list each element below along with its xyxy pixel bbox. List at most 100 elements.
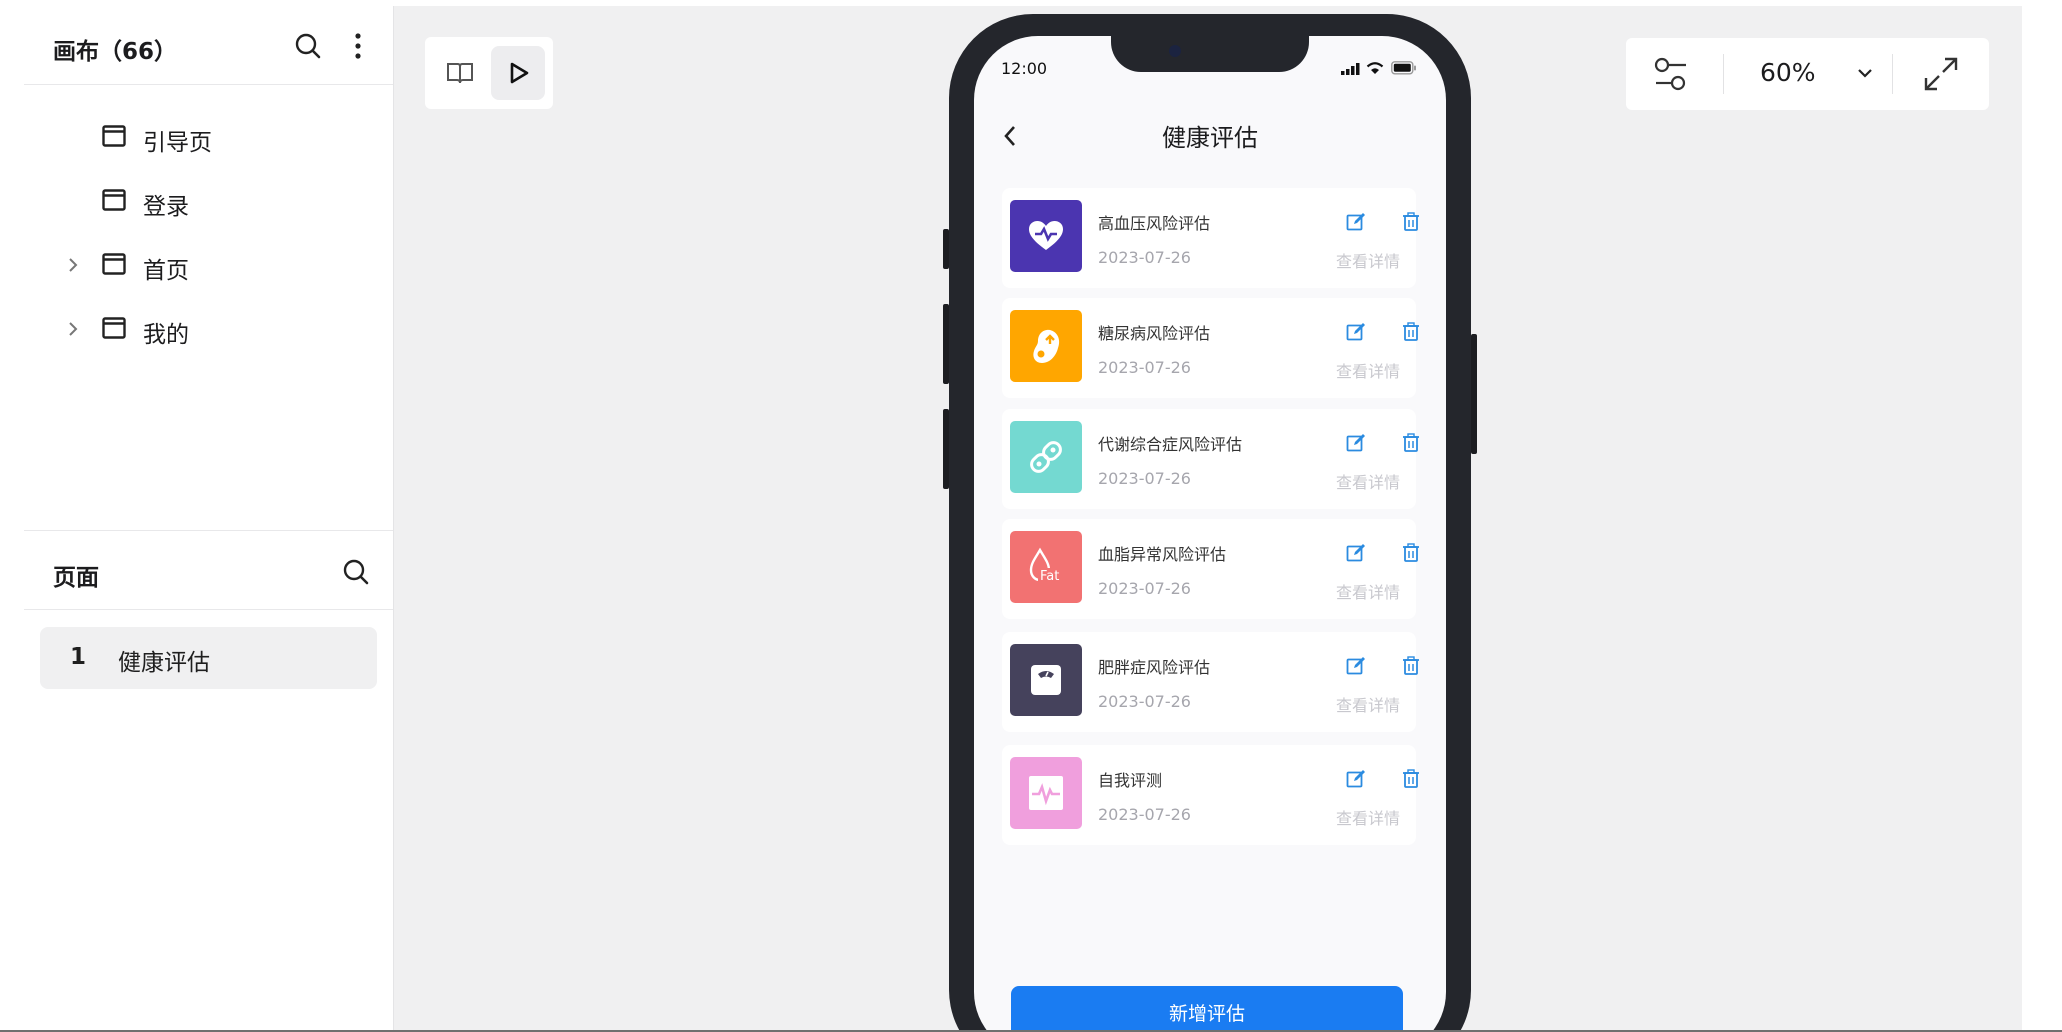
view-details-link[interactable]: 查看详情 <box>1336 469 1400 493</box>
canvas-title: 画布（66） <box>53 39 178 65</box>
edit-icon[interactable] <box>1346 769 1366 789</box>
play-button[interactable] <box>491 46 545 100</box>
view-details-link[interactable]: 查看详情 <box>1336 358 1400 382</box>
phone-side-button <box>943 304 949 384</box>
delete-icon[interactable] <box>1402 656 1420 676</box>
card-icon-tile <box>1010 200 1082 272</box>
phone-mockup: 12:00 健康评估 高血压风险评估 2023-07-26 查看详情 糖尿病风险… <box>943 14 1477 1032</box>
phone-side-button <box>1471 334 1477 454</box>
delete-icon[interactable] <box>1402 212 1420 232</box>
card-date: 2023-07-26 <box>1098 805 1191 824</box>
page-frame-icon <box>102 253 126 275</box>
assessment-card-hypertension[interactable]: 高血压风险评估 2023-07-26 查看详情 <box>1002 188 1419 288</box>
more-vertical-icon[interactable] <box>353 32 363 62</box>
edit-icon[interactable] <box>1346 322 1366 342</box>
tree-item-label: 引导页 <box>143 130 212 156</box>
card-icon-tile: Fat <box>1010 531 1082 603</box>
assessment-card-self-test[interactable]: 自我评测 2023-07-26 查看详情 <box>1002 745 1419 845</box>
docs-button[interactable] <box>433 46 487 100</box>
canvas-panel-header: 画布（66） <box>24 6 393 85</box>
page-number: 1 <box>70 644 87 670</box>
phone-screen: 12:00 健康评估 高血压风险评估 2023-07-26 查看详情 糖尿病风险… <box>974 36 1446 1032</box>
chevron-right-icon[interactable] <box>66 319 80 339</box>
view-toolbar: 60% <box>1626 38 1989 110</box>
card-title: 血脂异常风险评估 <box>1098 545 1227 564</box>
card-icon-tile <box>1010 644 1082 716</box>
card-date: 2023-07-26 <box>1098 579 1191 598</box>
tree-item-label: 我的 <box>143 322 189 348</box>
page-frame-icon <box>102 125 126 147</box>
zoom-level[interactable]: 60% <box>1760 58 1816 87</box>
page-frame-icon <box>102 189 126 211</box>
status-time: 12:00 <box>1001 59 1048 78</box>
tree-item-home[interactable]: 首页 <box>24 238 393 294</box>
fat-glyph: Fat <box>1040 569 1059 584</box>
view-details-link[interactable]: 查看详情 <box>1336 692 1400 716</box>
app-frame: 画布（66） 引导页 登录 首页 我的 页面 1 健康评估 60% 12:00 … <box>24 6 2022 1032</box>
tree-item-login[interactable]: 登录 <box>24 174 393 230</box>
tree-item-guide[interactable]: 引导页 <box>24 110 393 166</box>
delete-icon[interactable] <box>1402 543 1420 563</box>
edit-icon[interactable] <box>1346 656 1366 676</box>
assessment-card-metabolic[interactable]: 代谢综合症风险评估 2023-07-26 查看详情 <box>1002 409 1419 509</box>
signal-icon <box>1341 63 1360 75</box>
search-icon[interactable] <box>294 32 322 60</box>
expand-icon[interactable] <box>1923 56 1959 92</box>
tree-item-label: 首页 <box>143 258 189 284</box>
card-title: 高血压风险评估 <box>1098 214 1211 233</box>
add-assessment-button[interactable]: 新增评估 <box>1011 986 1403 1032</box>
pages-title: 页面 <box>53 565 99 591</box>
wifi-icon <box>1366 62 1384 74</box>
link-chain-icon <box>1030 441 1062 473</box>
page-label: 健康评估 <box>118 650 210 676</box>
settings-sliders-icon[interactable] <box>1654 56 1688 92</box>
sidebar: 画布（66） 引导页 登录 首页 我的 页面 1 健康评估 <box>24 6 394 1032</box>
delete-icon[interactable] <box>1402 769 1420 789</box>
view-details-link[interactable]: 查看详情 <box>1336 579 1400 603</box>
page-item-health-assessment[interactable]: 1 健康评估 <box>40 627 377 689</box>
screen-title: 健康评估 <box>1162 124 1258 152</box>
page-frame-icon <box>102 317 126 339</box>
chevron-right-icon[interactable] <box>66 255 80 275</box>
card-title: 肥胖症风险评估 <box>1098 658 1211 677</box>
assessment-card-dyslipidemia[interactable]: Fat 血脂异常风险评估 2023-07-26 查看详情 <box>1002 519 1419 619</box>
card-icon-tile <box>1010 421 1082 493</box>
card-date: 2023-07-26 <box>1098 469 1191 488</box>
tree-item-mine[interactable]: 我的 <box>24 302 393 358</box>
delete-icon[interactable] <box>1402 322 1420 342</box>
delete-icon[interactable] <box>1402 433 1420 453</box>
book-icon <box>447 63 473 84</box>
toolbar-divider <box>1723 54 1724 94</box>
phone-side-button <box>943 229 949 269</box>
fat-drop-icon: Fat <box>1029 547 1064 584</box>
search-icon[interactable] <box>342 558 370 586</box>
chevron-down-icon[interactable] <box>1856 66 1874 80</box>
phone-side-button <box>943 409 949 489</box>
card-title: 代谢综合症风险评估 <box>1098 435 1243 454</box>
assessment-card-obesity[interactable]: 肥胖症风险评估 2023-07-26 查看详情 <box>1002 632 1419 732</box>
card-date: 2023-07-26 <box>1098 692 1191 711</box>
card-date: 2023-07-26 <box>1098 358 1191 377</box>
card-icon-tile <box>1010 310 1082 382</box>
edit-icon[interactable] <box>1346 543 1366 563</box>
toolbar-divider <box>1892 54 1893 94</box>
play-icon <box>510 62 529 84</box>
view-details-link[interactable]: 查看详情 <box>1336 805 1400 829</box>
assessment-card-diabetes[interactable]: 糖尿病风险评估 2023-07-26 查看详情 <box>1002 298 1419 398</box>
edit-icon[interactable] <box>1346 212 1366 232</box>
card-icon-tile <box>1010 757 1082 829</box>
edit-icon[interactable] <box>1346 433 1366 453</box>
card-title: 自我评测 <box>1098 771 1163 790</box>
card-title: 糖尿病风险评估 <box>1098 324 1211 343</box>
pancreas-icon <box>1033 329 1060 363</box>
camera-icon <box>1169 45 1181 57</box>
battery-icon <box>1391 61 1416 75</box>
scale-icon <box>1031 665 1061 695</box>
mode-toolbar <box>425 37 553 109</box>
heart-pulse-icon <box>1029 221 1063 250</box>
phone-notch <box>1111 36 1309 72</box>
pages-panel-header: 页面 <box>24 530 393 610</box>
view-details-link[interactable]: 查看详情 <box>1336 248 1400 272</box>
tree-item-label: 登录 <box>143 194 189 220</box>
pulse-chart-icon <box>1029 776 1063 810</box>
